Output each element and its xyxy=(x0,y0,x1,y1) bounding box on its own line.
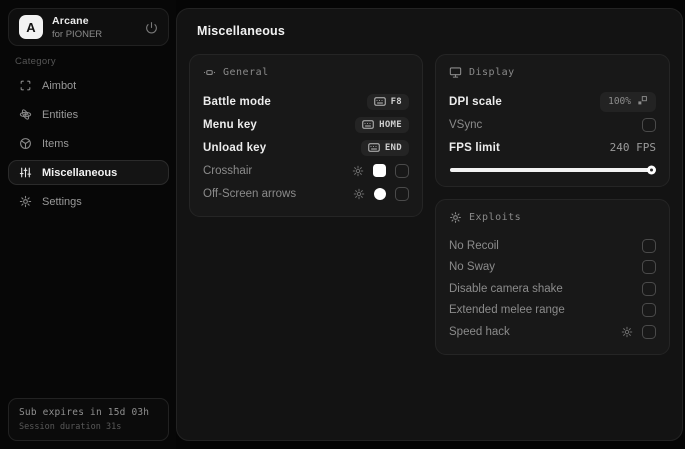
exploits-panel-title: Exploits xyxy=(469,212,522,223)
sidebar-item-items[interactable]: Items xyxy=(8,131,169,156)
no-recoil-label: No Recoil xyxy=(449,239,499,252)
sidebar-item-label: Items xyxy=(42,137,69,150)
offscreen-arrows-row: Off-Screen arrows xyxy=(203,182,409,205)
extended-melee-range-row: Extended melee range xyxy=(449,300,656,322)
session-duration-text: Session duration 31s xyxy=(19,422,122,432)
sidebar: A Arcane for PIONER Category Aimbot Enti… xyxy=(0,0,176,449)
offscreen-arrows-settings-gear-icon[interactable] xyxy=(353,188,365,200)
disable-camera-shake-checkbox[interactable] xyxy=(642,281,656,296)
disable-camera-shake-label: Disable camera shake xyxy=(449,282,563,295)
fps-limit-value: 240 FPS xyxy=(609,141,656,154)
battle-mode-label: Battle mode xyxy=(203,95,272,108)
general-panel-header: General xyxy=(203,66,409,79)
keybind-value: F8 xyxy=(390,96,402,107)
sidebar-nav: Aimbot Entities Items Miscellaneous Sett… xyxy=(8,73,169,214)
fps-limit-label: FPS limit xyxy=(449,141,501,154)
sub-expiry-text: Sub expires in 15d 03h xyxy=(19,407,150,418)
sidebar-item-label: Entities xyxy=(42,108,79,121)
category-label: Category xyxy=(15,56,56,67)
sidebar-item-label: Miscellaneous xyxy=(42,166,118,179)
dpi-scale-row: DPI scale 100% xyxy=(449,90,656,113)
extended-melee-range-label: Extended melee range xyxy=(449,304,565,317)
gear-icon xyxy=(19,195,32,208)
offscreen-arrows-checkbox[interactable] xyxy=(395,186,409,201)
general-panel-title: General xyxy=(223,67,269,78)
sidebar-item-entities[interactable]: Entities xyxy=(8,102,169,127)
page-title: Miscellaneous xyxy=(197,24,286,38)
crosshair-settings-gear-icon[interactable] xyxy=(352,165,364,177)
keyboard-icon xyxy=(368,143,380,152)
keybind-value: HOME xyxy=(379,119,402,130)
sidebar-item-miscellaneous[interactable]: Miscellaneous xyxy=(8,160,169,185)
speed-hack-row: Speed hack xyxy=(449,321,656,343)
app-logo: A xyxy=(19,15,43,39)
no-sway-row: No Sway xyxy=(449,257,656,279)
vsync-row: VSync xyxy=(449,113,656,136)
keyboard-icon xyxy=(373,97,386,106)
sidebar-item-aimbot[interactable]: Aimbot xyxy=(8,73,169,98)
dpi-scale-selector[interactable]: 100% xyxy=(600,91,656,112)
app-name: Arcane xyxy=(52,14,89,27)
unload-key-label: Unload key xyxy=(203,141,267,154)
no-recoil-row: No Recoil xyxy=(449,235,656,257)
unload-key-row: Unload key END xyxy=(203,136,409,159)
display-panel: Display DPI scale 100% VSync FPS limit 2… xyxy=(435,54,670,187)
exploits-panel: Exploits No Recoil No Sway Disable camer… xyxy=(435,199,670,355)
crosshair-row: Crosshair xyxy=(203,159,409,182)
crosshair-checkbox[interactable] xyxy=(395,163,409,178)
aimbot-scan-icon xyxy=(19,79,32,92)
disable-camera-shake-row: Disable camera shake xyxy=(449,278,656,300)
fps-slider-knob[interactable] xyxy=(647,165,656,175)
battle-mode-row: Battle mode F8 xyxy=(203,90,409,113)
scale-icon xyxy=(637,95,648,109)
offscreen-arrows-label: Off-Screen arrows xyxy=(203,187,297,200)
speed-hack-checkbox[interactable] xyxy=(642,324,656,339)
exploits-panel-header: Exploits xyxy=(449,211,656,224)
sidebar-item-label: Aimbot xyxy=(42,79,77,92)
sidebar-item-label: Settings xyxy=(42,195,82,208)
keybind-value: END xyxy=(384,142,402,153)
app-title-block: Arcane for PIONER xyxy=(52,15,102,40)
items-sphere-icon xyxy=(19,137,32,150)
menu-key-keybind[interactable]: HOME xyxy=(355,116,409,133)
fps-slider-fill xyxy=(450,168,653,172)
no-sway-checkbox[interactable] xyxy=(642,260,656,275)
general-panel: General Battle mode F8 Menu key HOME Unl… xyxy=(189,54,423,217)
fps-limit-row: FPS limit 240 FPS xyxy=(449,136,656,159)
unload-key-keybind[interactable]: END xyxy=(360,139,409,156)
dpi-scale-label: DPI scale xyxy=(449,95,502,108)
offscreen-arrows-color-swatch[interactable] xyxy=(374,187,386,200)
app-subtitle: for PIONER xyxy=(52,28,103,40)
monitor-icon xyxy=(449,66,462,79)
menu-key-row: Menu key HOME xyxy=(203,113,409,136)
menu-key-label: Menu key xyxy=(203,118,258,131)
sliders-icon xyxy=(19,166,32,179)
keyboard-icon xyxy=(362,120,374,129)
speed-hack-label: Speed hack xyxy=(449,325,510,338)
vsync-label: VSync xyxy=(449,118,483,131)
entities-atom-icon xyxy=(19,108,32,121)
battle-mode-keybind[interactable]: F8 xyxy=(366,93,409,110)
dpi-scale-value: 100% xyxy=(608,96,631,107)
crosshair-color-swatch[interactable] xyxy=(373,164,386,177)
display-panel-header: Display xyxy=(449,66,656,79)
main-panel: Miscellaneous General Battle mode F8 Men… xyxy=(176,8,683,441)
fps-limit-slider[interactable] xyxy=(450,165,656,175)
exploits-spark-icon xyxy=(449,211,462,224)
app-header-card: A Arcane for PIONER xyxy=(8,8,169,46)
power-icon[interactable] xyxy=(145,21,158,34)
extended-melee-range-checkbox[interactable] xyxy=(642,303,656,318)
no-recoil-checkbox[interactable] xyxy=(642,238,656,253)
crosshair-label: Crosshair xyxy=(203,164,253,177)
display-panel-title: Display xyxy=(469,67,515,78)
speed-hack-settings-gear-icon[interactable] xyxy=(621,326,633,338)
subscription-info-card: Sub expires in 15d 03h Session duration … xyxy=(8,398,169,441)
general-slider-icon xyxy=(203,66,216,79)
sidebar-item-settings[interactable]: Settings xyxy=(8,189,169,214)
no-sway-label: No Sway xyxy=(449,261,496,274)
vsync-checkbox[interactable] xyxy=(642,117,656,132)
